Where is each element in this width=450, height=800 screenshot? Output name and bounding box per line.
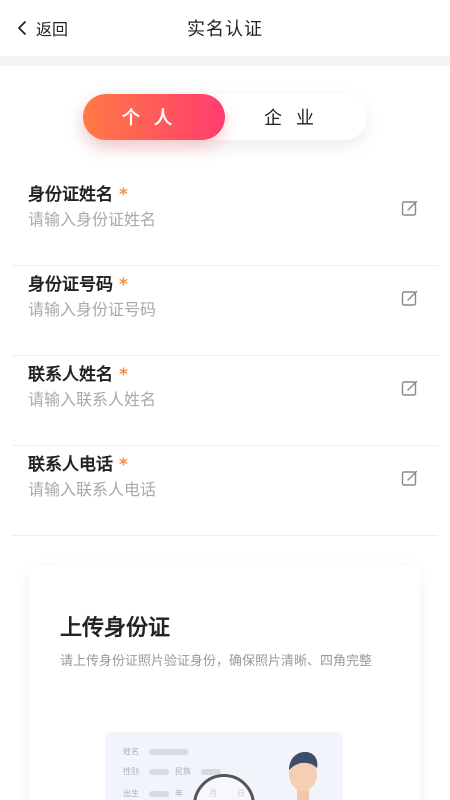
- upload-title: 上传身份证: [60, 616, 171, 641]
- id-name-input[interactable]: [28, 210, 368, 229]
- placeholder-bar: [149, 791, 169, 797]
- contact-phone-input[interactable]: [28, 480, 368, 499]
- header-divider: [0, 56, 450, 66]
- field-label: 身份证姓名 *: [28, 180, 128, 205]
- contact-name-input[interactable]: [28, 390, 368, 409]
- required-mark: *: [119, 365, 128, 385]
- field-label: 身份证号码 *: [28, 270, 128, 295]
- avatar-icon: [289, 752, 318, 800]
- required-mark: *: [119, 455, 128, 475]
- edit-icon[interactable]: [400, 288, 420, 308]
- id-number-input[interactable]: [28, 300, 368, 319]
- placeholder-bar: [149, 769, 169, 775]
- edit-icon[interactable]: [400, 198, 420, 218]
- id-label-birth: 出生: [123, 789, 139, 798]
- field-label-text: 联系人电话: [28, 455, 113, 475]
- page-title: 实名认证: [187, 19, 263, 40]
- edit-icon[interactable]: [400, 468, 420, 488]
- form-row-id-number: 身份证号码 *: [12, 266, 438, 356]
- form-row-contact-name: 联系人姓名 *: [12, 356, 438, 446]
- required-mark: *: [119, 185, 128, 205]
- form-row-contact-phone: 联系人电话 *: [12, 446, 438, 536]
- id-label-year: 年: [175, 789, 183, 798]
- nav-header: 返回 实名认证: [0, 0, 450, 56]
- chevron-left-icon: [18, 21, 26, 35]
- form-row-id-name: 身份证姓名 *: [12, 176, 438, 266]
- upload-id-card-panel: 上传身份证 请上传身份证照片验证身份，确保照片清晰、四角完整 姓名 性别 民族 …: [29, 566, 420, 800]
- field-label-text: 身份证姓名: [28, 185, 113, 205]
- placeholder-bar: [149, 749, 189, 755]
- field-label-text: 身份证号码: [28, 275, 113, 295]
- back-button[interactable]: 返回: [14, 14, 68, 42]
- required-mark: *: [119, 275, 128, 295]
- field-label-text: 联系人姓名: [28, 365, 113, 385]
- field-label: 联系人姓名 *: [28, 360, 128, 385]
- camera-icon[interactable]: [193, 774, 255, 800]
- id-label-gender: 性别: [123, 767, 139, 776]
- upload-description: 请上传身份证照片验证身份，确保照片清晰、四角完整: [60, 654, 373, 669]
- account-type-tabs: 个人 企业: [83, 94, 367, 140]
- tab-enterprise[interactable]: 企业: [225, 94, 367, 140]
- id-label-name: 姓名: [123, 747, 139, 756]
- id-card-upload-area[interactable]: 姓名 性别 民族 出生 年 月 日: [105, 732, 343, 800]
- tab-personal[interactable]: 个人: [83, 94, 225, 140]
- field-label: 联系人电话 *: [28, 450, 128, 475]
- page: 返回 实名认证 个人 企业 身份证姓名 * 身份证号码 * 联系人姓名 *: [0, 0, 450, 800]
- id-label-ethnicity: 民族: [175, 767, 191, 776]
- back-label: 返回: [36, 20, 69, 39]
- edit-icon[interactable]: [400, 378, 420, 398]
